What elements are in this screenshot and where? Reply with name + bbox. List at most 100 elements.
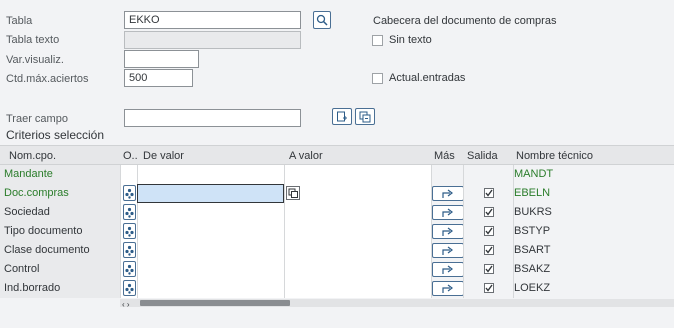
multiple-selection-button[interactable] <box>432 224 464 239</box>
a-valor-input[interactable] <box>284 184 431 203</box>
col-nom-cpo: Nom.cpo. <box>9 150 57 162</box>
search-button[interactable] <box>313 11 331 29</box>
field-name: Control <box>4 263 40 275</box>
scroll-arrows[interactable]: ‹ › <box>122 300 130 309</box>
salida-checkbox[interactable] <box>484 283 494 293</box>
col-nombre-tecnico: Nombre técnico <box>516 150 594 162</box>
a-valor-input[interactable] <box>284 279 431 298</box>
row-tech-cell: BSAKZ <box>513 260 674 279</box>
scrollbar-thumb[interactable] <box>140 300 290 306</box>
de-valor-input[interactable] <box>137 279 284 298</box>
row-name-cell: Sociedad <box>0 203 120 222</box>
add-field-button[interactable] <box>332 108 352 125</box>
de-valor-input[interactable] <box>137 203 284 222</box>
multiple-selection-icon <box>442 189 453 198</box>
table-row: Clase documento BSART <box>0 241 674 260</box>
row-name-cell: Ind.borrado <box>0 279 120 298</box>
de-valor-input[interactable] <box>137 222 284 241</box>
row-name-cell: Doc.compras <box>0 184 120 203</box>
row-tech-cell: MANDT <box>513 165 674 184</box>
tech-name: BSART <box>514 244 551 256</box>
de-valor-input[interactable] <box>137 165 284 184</box>
criterios-table: Nom.cpo. O.. De valor A valor Más Salida… <box>0 145 674 310</box>
tech-name: BSAKZ <box>514 263 551 275</box>
ctd-input[interactable] <box>124 69 193 87</box>
row-tech-cell: BSTYP <box>513 222 674 241</box>
row-salida-cell <box>463 184 513 203</box>
multiple-selection-icon <box>442 227 453 236</box>
row-option-cell <box>120 203 137 222</box>
row-mas-cell <box>431 279 464 298</box>
tabla-label: Tabla <box>6 15 33 27</box>
selection-options-button[interactable] <box>123 261 136 277</box>
row-name-cell: Control <box>0 260 120 279</box>
multiple-selection-button[interactable] <box>432 205 464 220</box>
tech-name: EBELN <box>514 187 551 199</box>
multiple-selection-icon <box>442 208 453 217</box>
row-mas-cell <box>431 222 464 241</box>
salida-checkbox[interactable] <box>484 264 494 274</box>
checkmark-icon <box>485 227 493 235</box>
col-mas: Más <box>434 150 455 162</box>
table-header: Nom.cpo. O.. De valor A valor Más Salida… <box>0 145 674 165</box>
row-option-cell <box>120 279 137 298</box>
cabecera-title: Cabecera del documento de compras <box>373 15 557 27</box>
selection-options-button[interactable] <box>123 204 136 220</box>
selection-options-button[interactable] <box>123 223 136 239</box>
copy-icon <box>288 188 298 198</box>
tabla-input[interactable] <box>124 11 301 29</box>
multiple-selection-button[interactable] <box>432 281 464 296</box>
a-valor-input[interactable] <box>284 222 431 241</box>
col-op: O.. <box>123 150 138 162</box>
multiple-selection-icon <box>442 265 453 274</box>
salida-checkbox[interactable] <box>484 207 494 217</box>
a-valor-input[interactable] <box>284 165 431 184</box>
table-row: Mandante MANDT <box>0 165 674 184</box>
row-mas-cell <box>431 184 464 203</box>
col-salida: Salida <box>467 150 498 162</box>
tech-name: MANDT <box>514 168 554 180</box>
search-icon <box>316 14 328 26</box>
selection-options-icon <box>125 207 134 218</box>
de-valor-input[interactable] <box>137 241 284 260</box>
row-salida-cell <box>463 260 513 279</box>
selection-options-icon <box>125 245 134 256</box>
traer-campo-input[interactable] <box>124 109 301 127</box>
selection-options-button[interactable] <box>123 185 136 201</box>
multiple-selection-button[interactable] <box>432 262 464 277</box>
sin-texto-checkbox[interactable] <box>372 35 383 46</box>
de-valor-input[interactable] <box>137 184 284 203</box>
row-option-cell <box>120 260 137 279</box>
checkmark-icon <box>485 246 493 254</box>
copy-icon <box>359 111 371 122</box>
salida-checkbox[interactable] <box>484 188 494 198</box>
horizontal-scrollbar[interactable] <box>120 299 674 307</box>
row-salida-cell <box>463 203 513 222</box>
col-de-valor: De valor <box>143 150 184 162</box>
multiple-selection-button[interactable] <box>432 186 464 201</box>
copy-value-button[interactable] <box>286 186 300 200</box>
tabla-texto-input <box>124 31 301 49</box>
field-name: Ind.borrado <box>4 282 61 294</box>
multiple-selection-icon <box>442 246 453 255</box>
tabla-texto-label: Tabla texto <box>6 34 60 46</box>
selection-options-button[interactable] <box>123 280 136 296</box>
salida-checkbox[interactable] <box>484 245 494 255</box>
selection-options-button[interactable] <box>123 242 136 258</box>
actual-entradas-checkbox[interactable] <box>372 73 383 84</box>
multiple-selection-button[interactable] <box>432 243 464 258</box>
copy-field-button[interactable] <box>355 108 375 125</box>
a-valor-input[interactable] <box>284 260 431 279</box>
tech-name: BUKRS <box>514 206 552 218</box>
de-valor-input[interactable] <box>137 260 284 279</box>
table-row: Control BSAKZ <box>0 260 674 279</box>
row-option-cell <box>120 222 137 241</box>
a-valor-input[interactable] <box>284 241 431 260</box>
checkmark-icon <box>485 284 493 292</box>
row-salida-cell <box>463 222 513 241</box>
a-valor-input[interactable] <box>284 203 431 222</box>
salida-checkbox[interactable] <box>484 226 494 236</box>
var-visualiz-input[interactable] <box>124 50 199 68</box>
row-mas-cell <box>431 203 464 222</box>
row-tech-cell: LOEKZ <box>513 279 674 298</box>
